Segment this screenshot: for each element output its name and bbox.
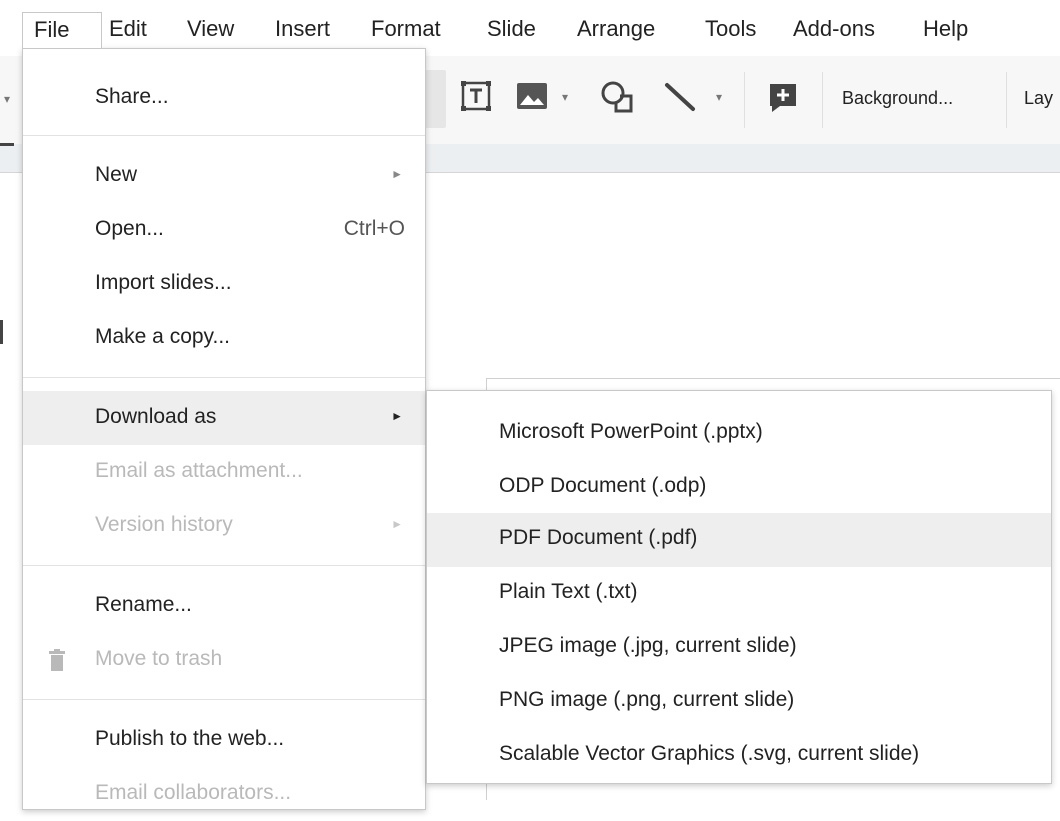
menu-item-label: Download as [95,405,217,428]
menu-item-label: Share... [95,85,169,108]
submenu-item-label: Plain Text (.txt) [499,580,638,603]
menu-item-download-as[interactable]: Download as ► [23,391,425,445]
toolbar-separator [822,72,823,128]
menu-arrange[interactable]: Arrange [566,12,666,48]
menu-item-move-to-trash[interactable]: Move to trash [23,633,425,687]
layout-button[interactable]: Lay [1024,88,1053,109]
toolbar-separator [1006,72,1007,128]
submenu-item-label: Microsoft PowerPoint (.pptx) [499,420,763,443]
line-icon[interactable] [664,82,696,112]
menu-item-new[interactable]: New ► [23,149,425,203]
shortcut-label: Ctrl+O [343,217,405,240]
image-icon[interactable] [516,82,548,110]
menu-item-label: Make a copy... [95,325,231,348]
menu-item-share[interactable]: Share... [23,71,425,125]
menu-divider [23,565,425,566]
menu-item-label: New [95,163,138,186]
menu-addons[interactable]: Add-ons [782,12,886,48]
triangle-right-icon: ► [391,409,403,423]
menu-insert[interactable]: Insert [264,12,341,48]
download-pdf[interactable]: PDF Document (.pdf) [427,513,1051,567]
menu-item-email-attachment[interactable]: Email as attachment... [23,445,425,499]
download-submenu: Microsoft PowerPoint (.pptx) ODP Documen… [426,390,1052,784]
line-dropdown-icon[interactable]: ▾ [716,90,722,104]
menu-item-import-slides[interactable]: Import slides... [23,257,425,311]
triangle-right-icon: ► [391,517,403,531]
submenu-item-label: PNG image (.png, current slide) [499,688,795,711]
menu-item-rename[interactable]: Rename... [23,579,425,633]
download-txt[interactable]: Plain Text (.txt) [427,567,1051,621]
menu-item-email-collaborators[interactable]: Email collaborators... [23,767,425,821]
add-comment-icon[interactable] [768,82,798,112]
menu-divider [23,699,425,700]
download-odp[interactable]: ODP Document (.odp) [427,461,1051,515]
menu-format[interactable]: Format [360,12,452,48]
text-box-icon[interactable] [460,80,492,112]
submenu-item-label: Scalable Vector Graphics (.svg, current … [499,742,920,765]
menu-item-version-history[interactable]: Version history ► [23,499,425,553]
menu-item-label: Open... [95,217,164,240]
submenu-item-label: JPEG image (.jpg, current slide) [499,634,797,657]
menu-file[interactable]: File [22,12,102,48]
menu-divider [23,377,425,378]
menu-item-publish[interactable]: Publish to the web... [23,713,425,767]
menu-divider [23,135,425,136]
toolbar-caret-left-icon[interactable]: ▾ [4,92,10,106]
submenu-item-label: ODP Document (.odp) [499,474,707,497]
toolbar-separator [744,72,745,128]
download-svg[interactable]: Scalable Vector Graphics (.svg, current … [427,729,1051,783]
download-png[interactable]: PNG image (.png, current slide) [427,675,1051,729]
menu-item-label: Version history [95,513,233,536]
download-jpeg[interactable]: JPEG image (.jpg, current slide) [427,621,1051,675]
menu-edit[interactable]: Edit [98,12,158,48]
download-pptx[interactable]: Microsoft PowerPoint (.pptx) [427,407,1051,461]
menu-item-label: Import slides... [95,271,232,294]
menu-tools[interactable]: Tools [694,12,767,48]
trash-icon [49,649,65,671]
shape-icon[interactable] [600,80,634,114]
menu-item-make-copy[interactable]: Make a copy... [23,311,425,365]
menu-slide[interactable]: Slide [476,12,547,48]
triangle-right-icon: ► [391,167,403,181]
menu-item-open[interactable]: Open... Ctrl+O [23,203,425,257]
menu-item-label: Move to trash [95,647,223,670]
menu-item-label: Email collaborators... [95,781,292,804]
menu-view[interactable]: View [176,12,245,48]
panel-edge-mark [0,320,3,344]
menu-item-label: Publish to the web... [95,727,285,750]
menu-item-label: Email as attachment... [95,459,303,482]
file-menu: Share... New ► Open... Ctrl+O Import sli… [22,48,426,810]
panel-edge-mark [0,143,14,146]
background-button[interactable]: Background... [842,88,953,109]
menu-help[interactable]: Help [912,12,979,48]
submenu-item-label: PDF Document (.pdf) [499,526,698,549]
menu-item-label: Rename... [95,593,192,616]
image-dropdown-icon[interactable]: ▾ [562,90,568,104]
